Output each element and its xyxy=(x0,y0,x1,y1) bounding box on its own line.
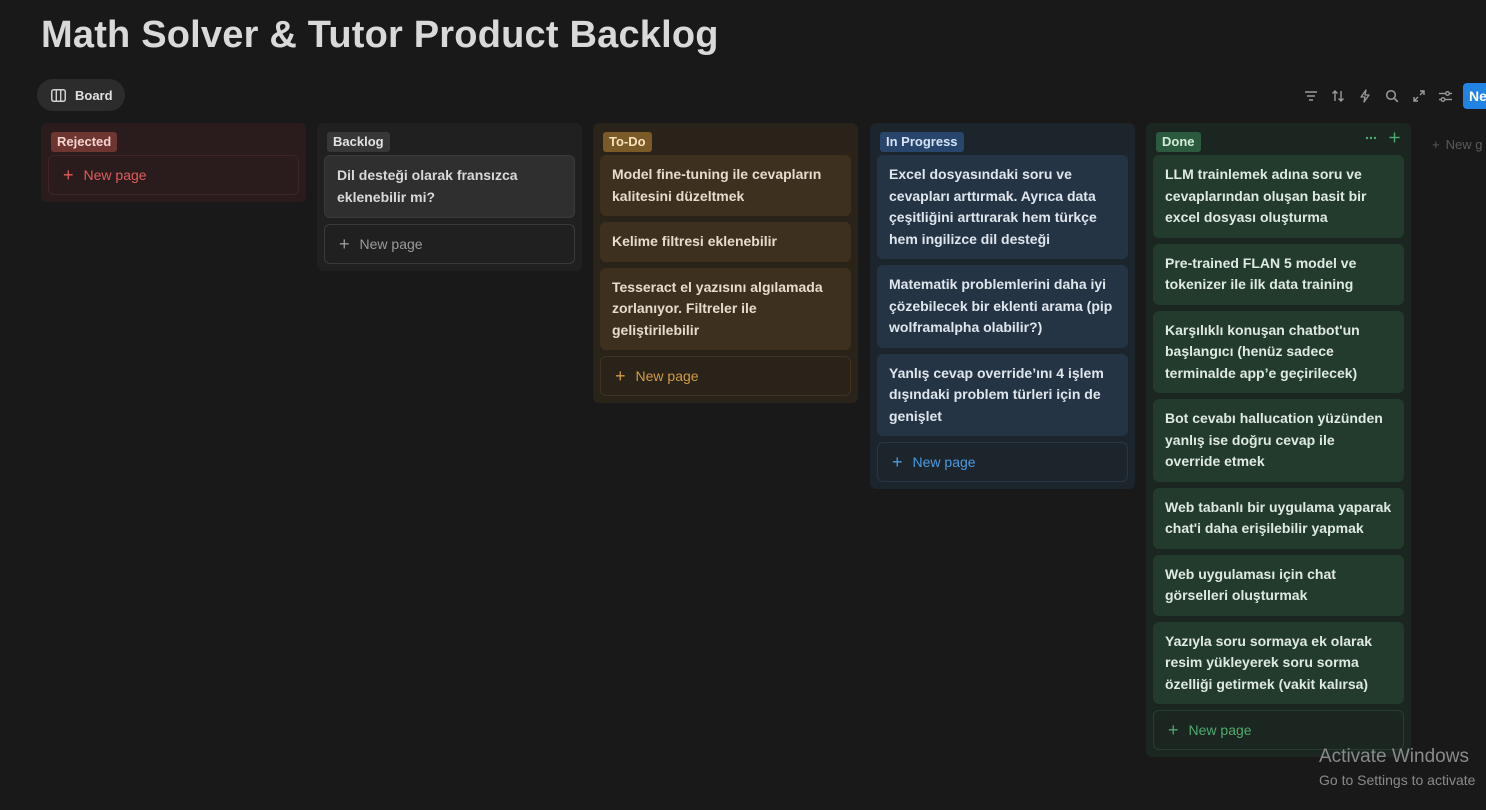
new-page-button[interactable]: + New page xyxy=(1153,710,1404,750)
board-card[interactable]: Bot cevabı hallucation yüzünden yanlış i… xyxy=(1153,399,1404,482)
board-card[interactable]: Model fine-tuning ile cevapların kalites… xyxy=(600,155,851,216)
board-card[interactable]: Karşılıklı konuşan chatbot'un başlangıcı… xyxy=(1153,310,1404,393)
board-card[interactable]: Pre-trained FLAN 5 model ve tokenizer il… xyxy=(1153,243,1404,305)
add-card-icon[interactable] xyxy=(1389,132,1400,143)
column-backlog: Backlog Dil desteği olarak fransızca ekl… xyxy=(317,123,582,271)
new-page-button[interactable]: + New page xyxy=(48,155,299,195)
watermark-title: Activate Windows xyxy=(1319,746,1469,767)
board-card[interactable]: Yazıyla soru sormaya ek olarak resim yük… xyxy=(1153,621,1404,704)
column-rejected: Rejected + New page xyxy=(41,123,306,202)
board-card[interactable]: Kelime filtresi eklenebilir xyxy=(600,222,851,262)
plus-icon: + xyxy=(339,234,350,254)
column-header: To-Do xyxy=(600,130,851,154)
board-card[interactable]: Web uygulaması için chat görselleri oluş… xyxy=(1153,554,1404,616)
board-card[interactable]: Web tabanlı bir uygulama yaparak chat'i … xyxy=(1153,487,1404,549)
new-page-label: New page xyxy=(83,167,147,183)
new-group-label: New g xyxy=(1445,137,1483,152)
new-page-button[interactable]: + New page xyxy=(324,224,575,264)
column-label[interactable]: In Progress xyxy=(880,132,964,152)
view-toolbar xyxy=(1297,84,1459,108)
board-card[interactable]: Excel dosyasındaki soru ve cevapları art… xyxy=(877,155,1128,259)
activate-windows-watermark: Activate Windows Go to Settings to activ… xyxy=(1319,746,1475,790)
column-actions xyxy=(1365,132,1400,143)
column-label[interactable]: Backlog xyxy=(327,132,390,152)
settings-sliders-icon[interactable] xyxy=(1432,84,1459,108)
column-label[interactable]: Rejected xyxy=(51,132,118,152)
filter-icon[interactable] xyxy=(1297,84,1324,108)
new-page-button[interactable]: + New page xyxy=(877,442,1128,482)
sort-icon[interactable] xyxy=(1324,84,1351,108)
column-done: Done LLM trainlemek adına soru ve cevapl… xyxy=(1146,123,1411,757)
board-card[interactable]: Matematik problemlerini daha iyi çözebil… xyxy=(877,265,1128,348)
board-card[interactable]: LLM trainlemek adına soru ve cevaplarınd… xyxy=(1153,155,1404,238)
plus-icon: + xyxy=(1432,137,1440,152)
plus-icon: + xyxy=(63,165,74,185)
expand-icon[interactable] xyxy=(1405,84,1432,108)
column-todo: To-Do Model fine-tuning ile cevapların k… xyxy=(593,123,858,403)
board-card[interactable]: Dil desteği olarak fransızca eklenebilir… xyxy=(324,155,575,218)
new-page-button[interactable]: + New page xyxy=(600,356,851,396)
plus-icon: + xyxy=(1168,720,1179,740)
new-group-button[interactable]: + New g xyxy=(1432,137,1482,152)
tab-board-label: Board xyxy=(75,87,113,103)
board-icon xyxy=(51,88,66,102)
plus-icon: + xyxy=(615,366,626,386)
new-page-label: New page xyxy=(359,236,423,252)
plus-icon: + xyxy=(892,452,903,472)
new-page-label: New page xyxy=(1188,722,1252,738)
new-page-label: New page xyxy=(912,454,976,470)
new-page-label: New page xyxy=(635,368,699,384)
column-in-progress: In Progress Excel dosyasındaki soru ve c… xyxy=(870,123,1135,489)
column-label[interactable]: Done xyxy=(1156,132,1201,152)
column-header: Done xyxy=(1153,130,1404,154)
new-button[interactable]: Ne xyxy=(1463,83,1486,109)
board-card[interactable]: Yanlış cevap override’ını 4 işlem dışınd… xyxy=(877,353,1128,436)
column-header: In Progress xyxy=(877,130,1128,154)
column-label[interactable]: To-Do xyxy=(603,132,652,152)
watermark-subtitle: Go to Settings to activate xyxy=(1319,772,1476,788)
column-header: Rejected xyxy=(48,130,299,154)
page-title: Math Solver & Tutor Product Backlog xyxy=(41,14,719,56)
board-card[interactable]: Tesseract el yazısını algılamada zorlanı… xyxy=(600,267,851,350)
more-options-icon[interactable] xyxy=(1365,136,1377,140)
search-icon[interactable] xyxy=(1378,84,1405,108)
column-header: Backlog xyxy=(324,130,575,154)
automation-bolt-icon[interactable] xyxy=(1351,84,1378,108)
board-page: Math Solver & Tutor Product Backlog Boar… xyxy=(0,0,1486,810)
tab-board-view[interactable]: Board xyxy=(37,79,125,111)
